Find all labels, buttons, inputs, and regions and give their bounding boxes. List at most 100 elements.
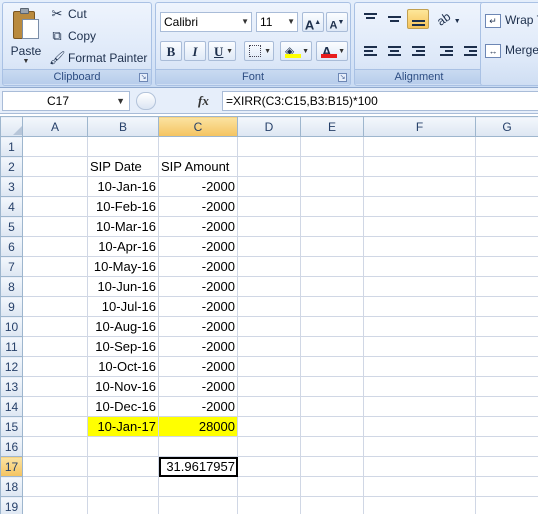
cell-a7[interactable] <box>22 256 88 277</box>
row-header[interactable]: 8 <box>0 276 23 297</box>
cell-b18[interactable] <box>87 476 159 497</box>
cell-b11[interactable]: 10-Sep-16 <box>87 336 159 357</box>
row-header[interactable]: 9 <box>0 296 23 317</box>
cell-f3[interactable] <box>363 176 476 197</box>
cell-g19[interactable] <box>475 496 538 514</box>
cell-f16[interactable] <box>363 436 476 457</box>
cell-c15[interactable]: 28000 <box>158 416 238 437</box>
cell-f15[interactable] <box>363 416 476 437</box>
cell-g4[interactable] <box>475 196 538 217</box>
row-header[interactable]: 3 <box>0 176 23 197</box>
cell-c13[interactable]: -2000 <box>158 376 238 397</box>
cell-d6[interactable] <box>237 236 301 257</box>
cell-f11[interactable] <box>363 336 476 357</box>
increase-indent-button[interactable] <box>459 41 481 61</box>
column-header-g[interactable]: G <box>475 116 538 137</box>
copy-button[interactable]: ⧉ Copy <box>49 27 96 45</box>
cell-f10[interactable] <box>363 316 476 337</box>
align-middle-button[interactable] <box>383 9 405 29</box>
cell-d12[interactable] <box>237 356 301 377</box>
row-header[interactable]: 12 <box>0 356 23 377</box>
cell-b5[interactable]: 10-Mar-16 <box>87 216 159 237</box>
cell-e8[interactable] <box>300 276 364 297</box>
cell-c2[interactable]: SIP Amount <box>158 156 238 177</box>
cell-c11[interactable]: -2000 <box>158 336 238 357</box>
cell-b3[interactable]: 10-Jan-16 <box>87 176 159 197</box>
resize-handle-icon[interactable] <box>136 92 156 110</box>
merge-center-button[interactable]: ↔ Merge <box>485 41 538 59</box>
align-top-button[interactable] <box>359 9 381 29</box>
cell-c17[interactable]: 31.9617957 <box>158 456 238 477</box>
cell-e3[interactable] <box>300 176 364 197</box>
cell-a6[interactable] <box>22 236 88 257</box>
formula-input[interactable]: =XIRR(C3:C15,B3:B15)*100 <box>222 91 538 111</box>
cell-e11[interactable] <box>300 336 364 357</box>
cell-a8[interactable] <box>22 276 88 297</box>
cell-g3[interactable] <box>475 176 538 197</box>
cut-button[interactable]: ✂ Cut <box>49 5 87 23</box>
cell-b15[interactable]: 10-Jan-17 <box>87 416 159 437</box>
cell-f13[interactable] <box>363 376 476 397</box>
cell-a1[interactable] <box>22 136 88 157</box>
cell-g8[interactable] <box>475 276 538 297</box>
cell-a11[interactable] <box>22 336 88 357</box>
cell-b7[interactable]: 10-May-16 <box>87 256 159 277</box>
cell-g15[interactable] <box>475 416 538 437</box>
align-bottom-button[interactable] <box>407 9 429 29</box>
cell-f7[interactable] <box>363 256 476 277</box>
cell-g5[interactable] <box>475 216 538 237</box>
column-header-c[interactable]: C <box>158 116 238 137</box>
insert-function-button[interactable]: fx <box>198 91 209 111</box>
italic-button[interactable]: I <box>184 41 206 61</box>
cell-e12[interactable] <box>300 356 364 377</box>
cell-a13[interactable] <box>22 376 88 397</box>
cell-g13[interactable] <box>475 376 538 397</box>
cell-b14[interactable]: 10-Dec-16 <box>87 396 159 417</box>
cell-e4[interactable] <box>300 196 364 217</box>
cell-c4[interactable]: -2000 <box>158 196 238 217</box>
cell-g16[interactable] <box>475 436 538 457</box>
cell-d7[interactable] <box>237 256 301 277</box>
cell-c7[interactable]: -2000 <box>158 256 238 277</box>
cell-b8[interactable]: 10-Jun-16 <box>87 276 159 297</box>
cell-d10[interactable] <box>237 316 301 337</box>
cell-d16[interactable] <box>237 436 301 457</box>
cell-g14[interactable] <box>475 396 538 417</box>
row-header[interactable]: 11 <box>0 336 23 357</box>
row-header[interactable]: 10 <box>0 316 23 337</box>
cell-g2[interactable] <box>475 156 538 177</box>
row-header[interactable]: 15 <box>0 416 23 437</box>
cell-c5[interactable]: -2000 <box>158 216 238 237</box>
cell-c16[interactable] <box>158 436 238 457</box>
column-header-d[interactable]: D <box>237 116 301 137</box>
align-center-button[interactable] <box>383 41 405 61</box>
row-header[interactable]: 7 <box>0 256 23 277</box>
cell-b9[interactable]: 10-Jul-16 <box>87 296 159 317</box>
select-all-button[interactable] <box>0 116 23 137</box>
cell-d13[interactable] <box>237 376 301 397</box>
name-box[interactable]: C17 ▼ <box>2 91 130 111</box>
cell-e5[interactable] <box>300 216 364 237</box>
cell-f8[interactable] <box>363 276 476 297</box>
cell-g17[interactable] <box>475 456 538 477</box>
cell-e10[interactable] <box>300 316 364 337</box>
fill-color-button[interactable]: ◈ ▼ <box>280 41 312 61</box>
cell-f6[interactable] <box>363 236 476 257</box>
cell-b6[interactable]: 10-Apr-16 <box>87 236 159 257</box>
cell-b4[interactable]: 10-Feb-16 <box>87 196 159 217</box>
cell-a16[interactable] <box>22 436 88 457</box>
dialog-launcher-icon[interactable]: ↘ <box>338 73 347 82</box>
align-left-button[interactable] <box>359 41 381 61</box>
row-header[interactable]: 6 <box>0 236 23 257</box>
cell-b19[interactable] <box>87 496 159 514</box>
cell-b1[interactable] <box>87 136 159 157</box>
cell-e17[interactable] <box>300 456 364 477</box>
row-header[interactable]: 13 <box>0 376 23 397</box>
cell-a4[interactable] <box>22 196 88 217</box>
cell-e1[interactable] <box>300 136 364 157</box>
cell-g1[interactable] <box>475 136 538 157</box>
cell-b16[interactable] <box>87 436 159 457</box>
cell-a2[interactable] <box>22 156 88 177</box>
cell-c6[interactable]: -2000 <box>158 236 238 257</box>
cell-g12[interactable] <box>475 356 538 377</box>
